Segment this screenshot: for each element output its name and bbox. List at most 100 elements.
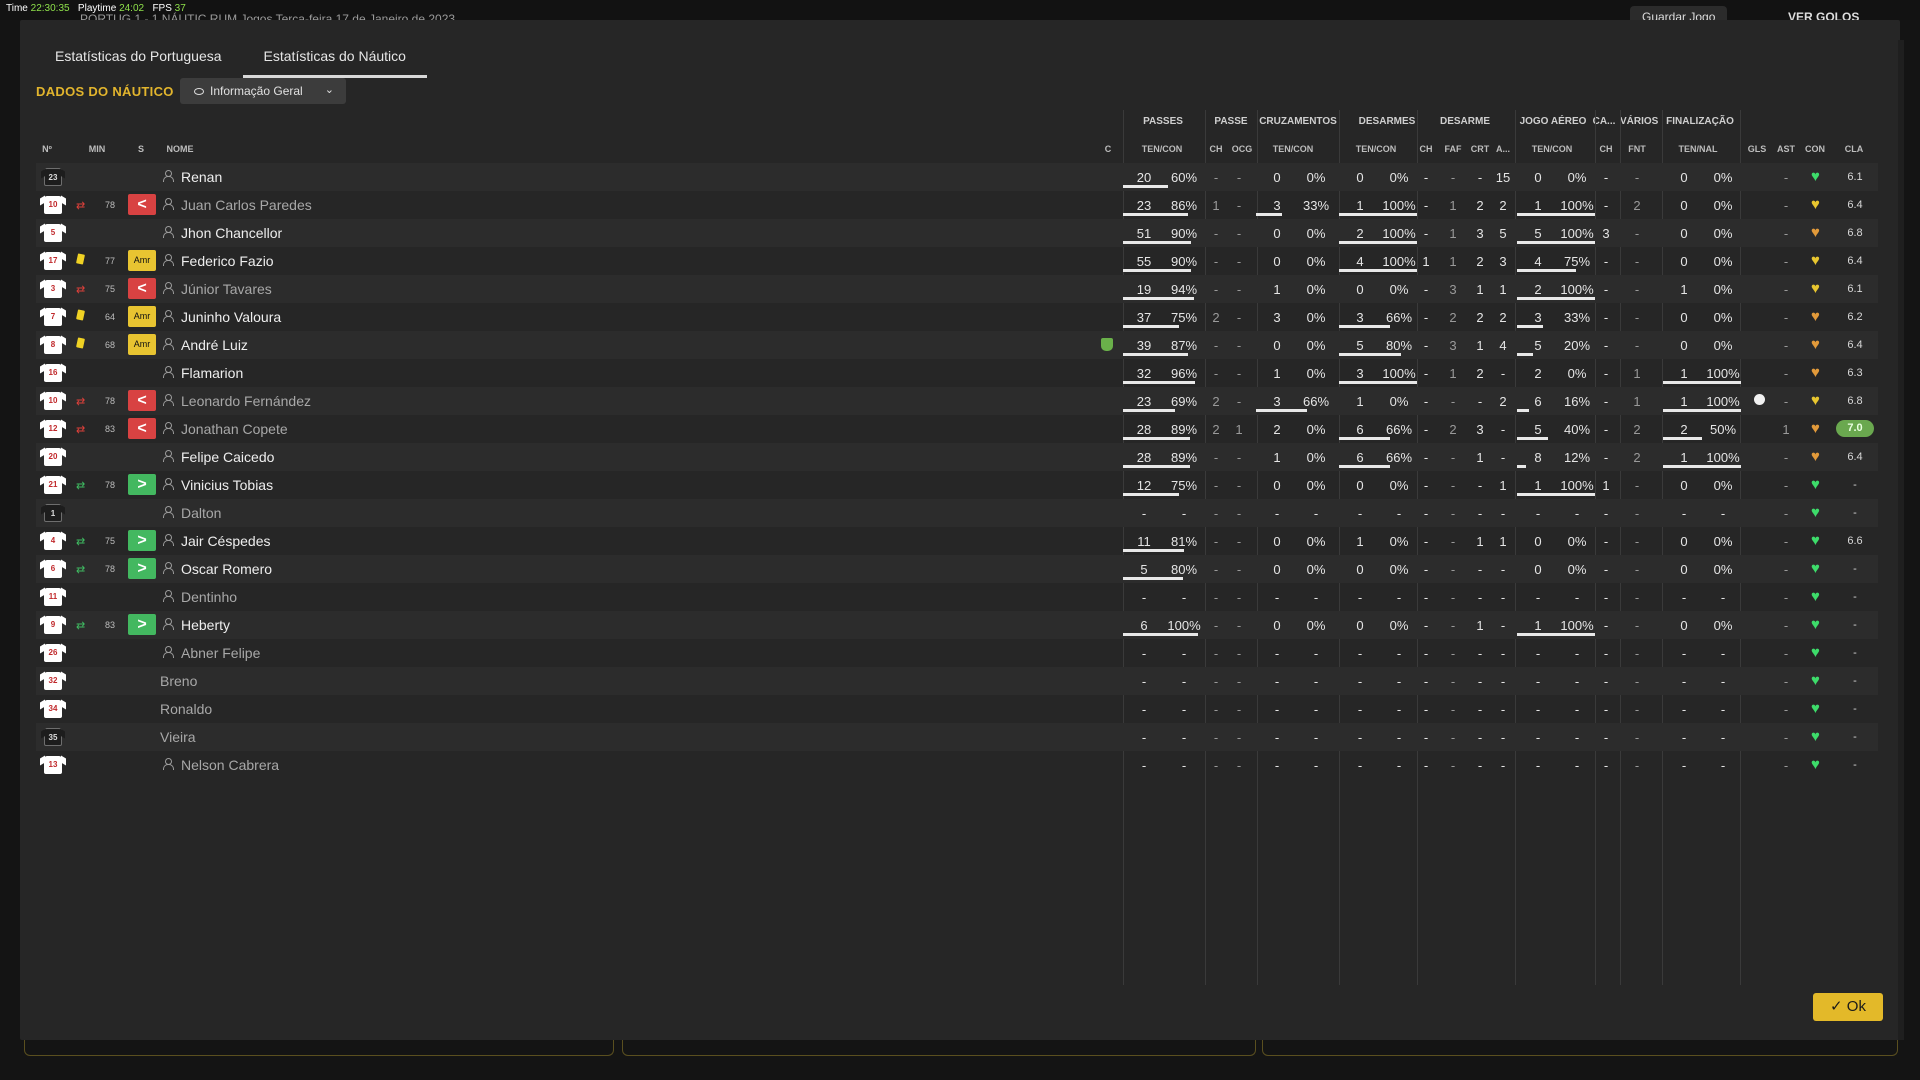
player-profile-icon[interactable] — [163, 310, 174, 322]
column-header-passes[interactable]: TEN/CON — [1137, 144, 1187, 154]
player-profile-icon[interactable] — [163, 618, 174, 630]
column-header-passe-ocg[interactable]: OCG — [1229, 144, 1255, 154]
column-header-aerial[interactable]: TEN/CON — [1527, 144, 1577, 154]
player-profile-icon[interactable] — [163, 254, 174, 266]
table-row[interactable]: 21 ⇄ 78 > Vinicius Tobias 12 75% - -0 0% 0 0% - - -1 1 1… — [36, 471, 1878, 499]
player-name[interactable]: Vieira — [160, 729, 196, 745]
stat-aerial-attempts: - — [1535, 758, 1541, 773]
table-row[interactable]: 12 ⇄ 83 < Jonathan Copete 28 89% 2 1 2 0% 6 66% -2 3-5… — [36, 415, 1878, 443]
table-row[interactable]: 9 ⇄ 83 > Heberty 6 100% - -0 0% 0 0% - -1-1 100% - -0 0% -… — [36, 611, 1878, 639]
player-profile-icon[interactable] — [163, 450, 174, 462]
table-row[interactable]: 20 Felipe Caicedo 28 89% - -1 0% 6 66% - -1-8 12% -2… — [36, 443, 1878, 471]
table-row[interactable]: 7 64 Amr Juninho Valoura 37 75% 2-3 0% 3 66% -2 2 2 3… — [36, 303, 1878, 331]
stat-aerial-pct: 40% — [1563, 422, 1591, 437]
player-name[interactable]: Oscar Romero — [181, 561, 272, 577]
player-name[interactable]: Ronaldo — [160, 701, 212, 717]
player-profile-icon[interactable] — [163, 646, 174, 658]
player-name[interactable]: Dalton — [181, 505, 221, 521]
player-name[interactable]: Juninho Valoura — [181, 309, 281, 325]
player-name[interactable]: Felipe Caicedo — [181, 449, 274, 465]
player-profile-icon[interactable] — [163, 226, 174, 238]
tab-portuguesa-stats[interactable]: Estatísticas do Portuguesa — [34, 38, 243, 78]
stat-fin-attempts: 1 — [1680, 366, 1688, 381]
table-row[interactable]: 4 ⇄ 75 > Jair Céspedes 11 81% - -0 0% 1 0% - -1 1 0 0% - -… — [36, 527, 1878, 555]
player-profile-icon[interactable] — [163, 198, 174, 210]
table-row[interactable]: 10 ⇄ 78 < Juan Carlos Paredes 23 86% 1-3 33% 1 100… — [36, 191, 1878, 219]
column-header-s[interactable]: S — [136, 144, 146, 154]
column-header-ca-ch[interactable]: CH — [1597, 144, 1615, 154]
table-row[interactable]: 16 Flamarion 32 96% - -1 0% 3 100% -1 2-2 0% -1 1 100%… — [36, 359, 1878, 387]
column-header-num[interactable]: Nº — [40, 144, 54, 154]
column-header-fin[interactable]: TEN/NAL — [1673, 144, 1723, 154]
scrollbar[interactable] — [1898, 40, 1904, 1040]
player-profile-icon[interactable] — [163, 170, 174, 182]
player-profile-icon[interactable] — [163, 422, 174, 434]
player-profile-icon[interactable] — [163, 534, 174, 546]
stat-passe-ch: - — [1213, 338, 1219, 353]
ok-button[interactable]: ✓ Ok — [1813, 993, 1883, 1021]
player-name[interactable]: Flamarion — [181, 365, 243, 381]
column-header-c[interactable]: C — [1103, 144, 1113, 154]
shirt-number-icon: 32 — [44, 672, 62, 690]
column-header-cla[interactable]: CLA — [1843, 144, 1865, 154]
player-profile-icon[interactable] — [163, 366, 174, 378]
player-profile-icon[interactable] — [163, 506, 174, 518]
column-header-cross[interactable]: TEN/CON — [1268, 144, 1318, 154]
stat-var-fnt: - — [1634, 646, 1640, 661]
table-row[interactable]: 34 Ronaldo - - - - - - - - - - - - - - - - - - - ♥ - — [36, 695, 1878, 723]
table-row[interactable]: 3 ⇄ 75 < Júnior Tavares 19 94% - -1 0% 0 0% -3 1 1 2 100… — [36, 275, 1878, 303]
player-profile-icon[interactable] — [163, 562, 174, 574]
player-name[interactable]: Federico Fazio — [181, 253, 274, 269]
column-header-des-ch[interactable]: CH — [1417, 144, 1435, 154]
player-profile-icon[interactable] — [163, 338, 174, 350]
column-header-var-fnt[interactable]: FNT — [1626, 144, 1648, 154]
table-row[interactable]: 32 Breno - - - - - - - - - - - - - - - - - - - ♥ - — [36, 667, 1878, 695]
tab-nautico-stats[interactable]: Estatísticas do Náutico — [242, 38, 427, 78]
table-row[interactable]: 13 Nelson Cabrera - - - - - - - - - - - - - - - - - - - ♥ - — [36, 751, 1878, 779]
column-group-header: VÁRIOS — [1620, 116, 1659, 127]
table-row[interactable]: 35 Vieira - - - - - - - - - - - - - - - - - - - ♥ - — [36, 723, 1878, 751]
player-name[interactable]: Jhon Chancellor — [181, 225, 282, 241]
table-row[interactable]: 26 Abner Felipe - - - - - - - - - - - - - - - - - - - ♥ - — [36, 639, 1878, 667]
column-header-tackles[interactable]: TEN/CON — [1351, 144, 1401, 154]
player-name[interactable]: Renan — [181, 169, 222, 185]
column-header-des-a[interactable]: A... — [1494, 144, 1512, 154]
column-header-gls[interactable]: GLS — [1747, 144, 1767, 154]
column-header-des-faf[interactable]: FAF — [1443, 144, 1463, 154]
column-header-name[interactable]: NOME — [160, 144, 200, 154]
player-name[interactable]: Heberty — [181, 617, 230, 633]
table-row[interactable]: 23 Renan 20 60% - -0 0% 0 0% - - -15 0 0% - -0 0% - ♥ 6.1 — [36, 163, 1878, 191]
stat-des-crt: - — [1477, 730, 1483, 745]
stat-ca-ch: - — [1603, 366, 1609, 381]
column-header-con[interactable]: CON — [1803, 144, 1827, 154]
player-name[interactable]: Breno — [160, 673, 197, 689]
column-header-des-crt[interactable]: CRT — [1470, 144, 1490, 154]
status-badge: Amr — [128, 306, 156, 327]
player-name[interactable]: Jair Céspedes — [181, 533, 271, 549]
table-row[interactable]: 6 ⇄ 78 > Oscar Romero 5 80% - -0 0% 0 0% - - - -0 0% - -0 0… — [36, 555, 1878, 583]
table-row[interactable]: 1 Dalton - - - - - - - - - - - - - - - - - - - ♥ - — [36, 499, 1878, 527]
table-row[interactable]: 11 Dentinho - - - - - - - - - - - - - - - - - - - ♥ - — [36, 583, 1878, 611]
player-name[interactable]: Júnior Tavares — [181, 281, 272, 297]
table-row[interactable]: 5 Jhon Chancellor 51 90% - -0 0% 2 100% -1 3 5 5 100%… — [36, 219, 1878, 247]
player-name[interactable]: Abner Felipe — [181, 645, 260, 661]
player-name[interactable]: Dentinho — [181, 589, 237, 605]
player-profile-icon[interactable] — [163, 590, 174, 602]
table-row[interactable]: 17 77 Amr Federico Fazio 55 90% - -0 0% 4 100% 1 1 2 3… — [36, 247, 1878, 275]
column-header-ast[interactable]: AST — [1777, 144, 1795, 154]
player-profile-icon[interactable] — [163, 758, 174, 770]
table-row[interactable]: 10 ⇄ 78 < Leonardo Fernández 23 69% 2-3 66% 1 0% - -… — [36, 387, 1878, 415]
player-name[interactable]: Nelson Cabrera — [181, 757, 279, 773]
player-profile-icon[interactable] — [163, 478, 174, 490]
player-name[interactable]: Leonardo Fernández — [181, 393, 311, 409]
player-profile-icon[interactable] — [163, 394, 174, 406]
view-dropdown[interactable]: Informação Geral ⌄ — [180, 78, 346, 104]
player-profile-icon[interactable] — [163, 282, 174, 294]
player-name[interactable]: Jonathan Copete — [181, 421, 288, 437]
column-header-min[interactable]: MIN — [86, 144, 108, 154]
column-header-passe-ch[interactable]: CH — [1207, 144, 1225, 154]
player-name[interactable]: Vinicius Tobias — [181, 477, 273, 493]
player-name[interactable]: André Luiz — [181, 337, 248, 353]
player-name[interactable]: Juan Carlos Paredes — [181, 197, 312, 213]
table-row[interactable]: 8 68 Amr André Luiz 39 87% - -0 0% 5 80% -3 1 4 5 20% - -… — [36, 331, 1878, 359]
